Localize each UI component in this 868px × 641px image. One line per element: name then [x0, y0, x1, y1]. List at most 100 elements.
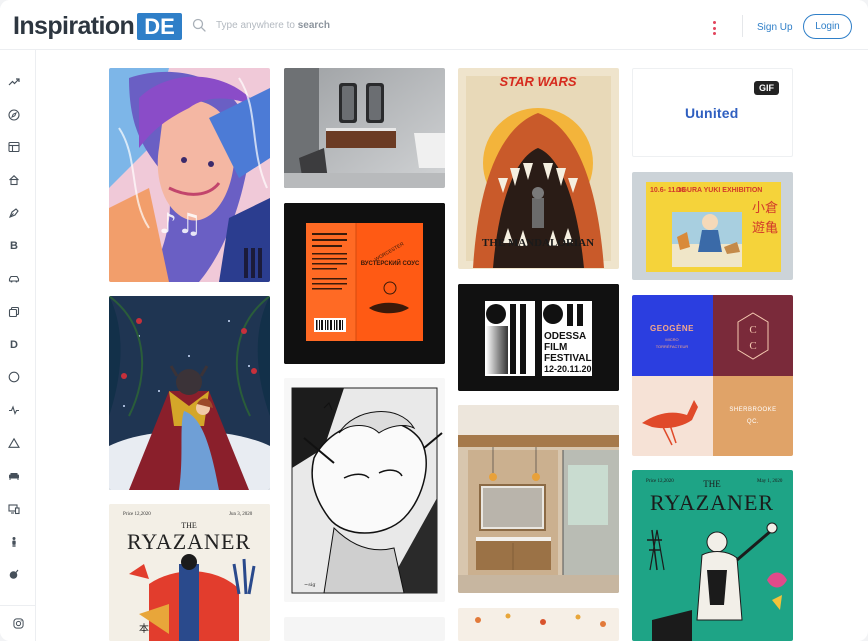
- svg-text:C: C: [749, 324, 756, 336]
- car-icon: [8, 275, 20, 283]
- abstract-portrait-illustration: ♪♫: [109, 68, 270, 282]
- card-ogura-yuki-exhibition[interactable]: 10.6- 11.18 OGURA YUKI EXHIBITION 小倉 遊亀: [632, 172, 793, 280]
- svg-text:12-20.11.20: 12-20.11.20: [544, 364, 592, 374]
- sidebar-item-design[interactable]: [6, 205, 22, 221]
- sauce-packaging-photo: ВУСТЕРСКИЙ СОУС WORCESTER: [284, 203, 445, 364]
- app-window: Inspiration DE Type anywhere to search S…: [0, 0, 868, 641]
- sidebar-letter-d: D: [10, 339, 18, 351]
- svg-text:FESTIVAL: FESTIVAL: [544, 353, 592, 364]
- united-brand-text: Uunited: [685, 105, 739, 121]
- card-ryazaner-2[interactable]: Price 12,2020 May 1, 2020 THE RYAZANER: [632, 470, 793, 641]
- instagram-icon[interactable]: [12, 618, 24, 629]
- card-elf-ink-art[interactable]: ~sig: [284, 378, 445, 602]
- svg-text:THE MANDALORIAN: THE MANDALORIAN: [482, 237, 594, 249]
- sidebar-item-circle[interactable]: [6, 369, 22, 385]
- card-odessa-film-festival[interactable]: ODESSA FILM FESTIVAL 12-20.11.20: [458, 284, 619, 391]
- card-beauty-beast[interactable]: [109, 296, 270, 490]
- sidebar-item-explore[interactable]: [6, 107, 22, 123]
- search-hint[interactable]: Type anywhere to search: [216, 20, 330, 31]
- bomb-icon: [9, 569, 19, 579]
- card-ryazaner-1[interactable]: Price 12,2020 Jun 3, 2020 THE RYAZANER 本: [109, 504, 270, 641]
- logo-badge: DE: [137, 13, 182, 40]
- sofa-icon: [9, 473, 19, 480]
- svg-text:May 1, 2020: May 1, 2020: [757, 479, 783, 484]
- sidebar-item-layouts[interactable]: [6, 139, 22, 155]
- card-partial-col3[interactable]: [458, 608, 619, 641]
- svg-text:ВУСТЕРСКИЙ СОУС: ВУСТЕРСКИЙ СОУС: [361, 259, 420, 267]
- more-menu-icon[interactable]: [711, 21, 717, 35]
- svg-text:Price 12,2020: Price 12,2020: [123, 512, 151, 517]
- search-bar[interactable]: Type anywhere to search: [192, 18, 330, 32]
- circle-icon: [8, 371, 20, 383]
- svg-text:ODESSA: ODESSA: [544, 331, 586, 342]
- gif-badge: GIF: [754, 81, 779, 95]
- card-bathroom-interior[interactable]: [284, 68, 445, 188]
- card-united-gif[interactable]: GIF Uunited: [632, 68, 793, 157]
- logo-text: Inspiration: [13, 12, 135, 40]
- category-sidebar: B D: [0, 50, 36, 641]
- svg-text:小倉: 小倉: [752, 201, 778, 216]
- geogene-branding-grid: GEOGÈNE MICRO TORRÉFACTEUR C C SHERBROOK…: [632, 295, 793, 456]
- svg-text:Price 12,2020: Price 12,2020: [646, 479, 674, 484]
- ryazaner-2-illustration: Price 12,2020 May 1, 2020 THE RYAZANER: [632, 470, 793, 641]
- card-abstract-portrait[interactable]: ♪♫: [109, 68, 270, 282]
- sidebar-letter-b: B: [10, 240, 18, 252]
- sidebar-item-activity[interactable]: [6, 402, 22, 418]
- sidebar-item-people[interactable]: [6, 534, 22, 550]
- svg-text:MICRO: MICRO: [665, 337, 678, 342]
- svg-text:♪♫: ♪♫: [159, 207, 202, 240]
- card-sauce-packaging[interactable]: ВУСТЕРСКИЙ СОУС WORCESTER: [284, 203, 445, 364]
- svg-text:~sig: ~sig: [304, 582, 316, 588]
- ogura-yuki-poster: 10.6- 11.18 OGURA YUKI EXHIBITION 小倉 遊亀: [632, 172, 793, 280]
- ryazaner-1-illustration: Price 12,2020 Jun 3, 2020 THE RYAZANER 本: [109, 504, 270, 641]
- header-divider: [742, 15, 743, 37]
- sidebar-item-branding[interactable]: B: [6, 238, 22, 254]
- svg-text:Jun 3, 2020: Jun 3, 2020: [229, 512, 253, 517]
- sidebar-item-games[interactable]: [6, 566, 22, 582]
- activity-icon: [9, 405, 19, 415]
- login-button[interactable]: Login: [803, 14, 852, 39]
- svg-text:STAR WARS: STAR WARS: [499, 74, 576, 89]
- sidebar-item-cars[interactable]: [6, 271, 22, 287]
- sidebar-item-home[interactable]: [6, 172, 22, 188]
- svg-text:RYAZANER: RYAZANER: [650, 490, 774, 515]
- compass-icon: [8, 109, 20, 121]
- pen-nib-icon: [9, 208, 19, 218]
- card-starwars-poster[interactable]: STAR WARS THE MANDALORIAN: [458, 68, 619, 269]
- sidebar-footer: [0, 605, 36, 641]
- svg-text:遊亀: 遊亀: [752, 221, 778, 236]
- svg-text:本: 本: [139, 622, 149, 635]
- sidebar-item-dribbble[interactable]: D: [6, 337, 22, 353]
- signup-link[interactable]: Sign Up: [757, 22, 793, 33]
- triangle-icon: [8, 437, 20, 448]
- partial-autumn-illustration: [458, 608, 619, 641]
- sidebar-item-copy[interactable]: [6, 304, 22, 320]
- svg-text:TORRÉFACTEUR: TORRÉFACTEUR: [656, 344, 689, 349]
- svg-text:OGURA YUKI EXHIBITION: OGURA YUKI EXHIBITION: [676, 187, 762, 194]
- home-icon: [9, 175, 19, 186]
- trending-icon: [8, 78, 20, 86]
- devices-icon: [8, 504, 20, 515]
- beauty-beast-illustration: [109, 296, 270, 490]
- sidebar-item-devices[interactable]: [6, 501, 22, 517]
- sidebar-item-triangle[interactable]: [6, 435, 22, 451]
- interior-bathroom-photo: [458, 405, 619, 593]
- svg-text:QC.: QC.: [747, 419, 759, 425]
- sidebar-item-trending[interactable]: [6, 74, 22, 90]
- bathroom-photo: [284, 68, 445, 188]
- svg-text:THE: THE: [703, 479, 721, 489]
- copy-icon: [8, 306, 20, 318]
- search-icon: [192, 18, 206, 32]
- sidebar-item-furniture[interactable]: [6, 468, 22, 484]
- svg-text:GEOGÈNE: GEOGÈNE: [650, 324, 694, 333]
- top-header: Inspiration DE Type anywhere to search S…: [0, 0, 868, 50]
- card-partial-col2[interactable]: [284, 617, 445, 641]
- odessa-festival-poster: ODESSA FILM FESTIVAL 12-20.11.20: [458, 284, 619, 391]
- svg-text:RYAZANER: RYAZANER: [127, 529, 251, 554]
- svg-text:FILM: FILM: [544, 342, 567, 353]
- card-geogene-branding[interactable]: GEOGÈNE MICRO TORRÉFACTEUR C C SHERBROOK…: [632, 295, 793, 456]
- site-logo[interactable]: Inspiration DE: [13, 12, 182, 41]
- starwars-poster-illustration: STAR WARS THE MANDALORIAN: [458, 68, 619, 269]
- svg-text:C: C: [749, 340, 756, 352]
- card-interior-photo[interactable]: [458, 405, 619, 593]
